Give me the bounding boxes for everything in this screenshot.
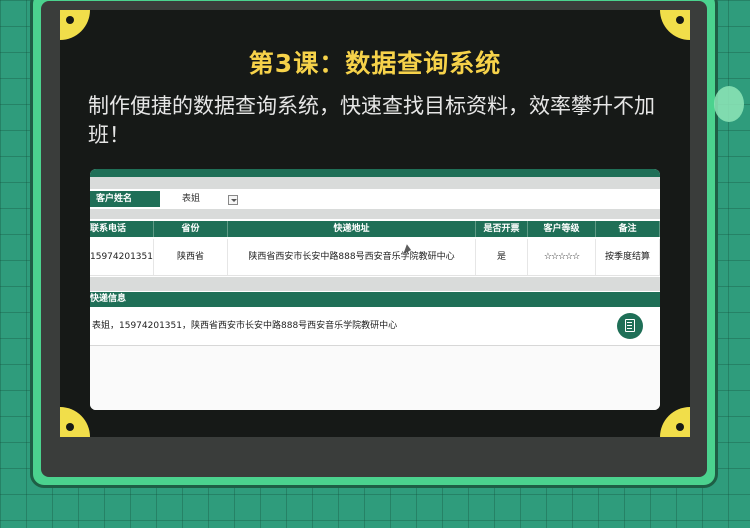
header-note: 备注 — [596, 221, 660, 237]
table-header: 联系电话 省份 快递地址 是否开票 客户等级 备注 — [90, 221, 660, 237]
sheet-top-bar — [90, 169, 660, 177]
dropdown-arrow-icon[interactable] — [228, 195, 238, 205]
cell-level-stars[interactable]: ☆☆☆☆☆ — [528, 239, 596, 275]
cell-invoice[interactable]: 是 — [476, 239, 528, 275]
header-province: 省份 — [154, 221, 228, 237]
cell-province[interactable]: 陕西省 — [154, 239, 228, 275]
copy-icon — [625, 319, 635, 332]
spreadsheet-screenshot: 客户姓名 表姐 联系电话 省份 快递地址 是否开票 客户等级 备注 159742… — [90, 169, 660, 410]
copy-button[interactable] — [617, 313, 643, 339]
express-info-header: 快递信息 — [90, 292, 660, 307]
header-invoice: 是否开票 — [476, 221, 528, 237]
lesson-description: 制作便捷的数据查询系统，快速查找目标资料，效率攀升不加班！ — [88, 94, 655, 147]
cell-address[interactable]: 陕西省西安市长安中路888号西安音乐学院教研中心 — [228, 239, 476, 275]
sheet-separator — [90, 209, 660, 219]
express-info-row: 表姐，15974201351，陕西省西安市长安中路888号西安音乐学院教研中心 — [90, 309, 660, 346]
lesson-title: 第3课：数据查询系统 — [248, 49, 502, 78]
header-address: 快递地址 — [228, 221, 476, 237]
sheet-empty-area — [90, 346, 660, 410]
cell-phone[interactable]: 15974201351 — [90, 239, 154, 275]
header-phone: 联系电话 — [90, 221, 154, 237]
cell-note[interactable]: 按季度结算 — [596, 239, 660, 275]
table-row: 15974201351 陕西省 陕西省西安市长安中路888号西安音乐学院教研中心… — [90, 239, 660, 276]
customer-name-label: 客户姓名 — [90, 191, 160, 207]
sheet-separator-2 — [90, 277, 660, 291]
sheet-gray-bar — [90, 177, 660, 189]
express-info-text[interactable]: 表姐，15974201351，陕西省西安市长安中路888号西安音乐学院教研中心 — [92, 309, 397, 343]
header-level: 客户等级 — [528, 221, 596, 237]
decorative-bubble — [714, 86, 744, 122]
